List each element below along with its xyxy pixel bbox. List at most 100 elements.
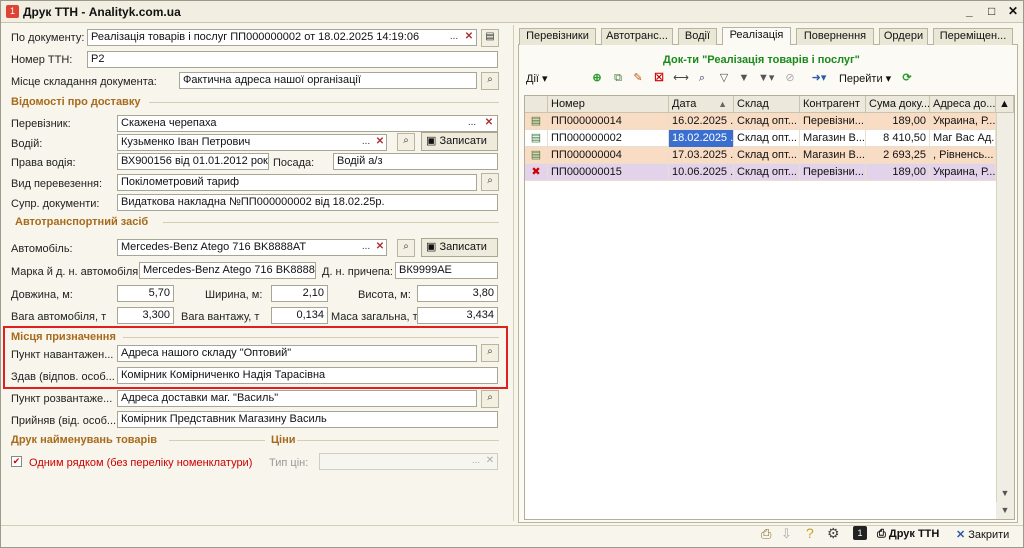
vertical-scrollbar[interactable] [996,113,1014,503]
pryynyav-field[interactable]: Комірник Представник Магазину Василь [117,411,498,428]
nomer-ttn-field[interactable]: Р2 [87,51,498,68]
col-data[interactable]: Дата ▲ [669,96,734,113]
print-preview-icon[interactable]: ⎙ [761,526,771,542]
search-icon[interactable]: ⌕ [397,133,415,151]
search-icon[interactable]: ⌕ [481,72,499,90]
filter-list-icon[interactable]: ▼▾ [758,70,774,86]
divider [1,525,1023,526]
clear-icon[interactable]: ✕ [461,30,477,46]
export-icon[interactable]: ⇩ [781,526,792,542]
dovzhyna-field[interactable]: 5,70 [117,285,174,302]
odnym-label: Одним рядком (без переліку номенклатури) [29,457,253,469]
masa-field[interactable]: 3,434 [417,307,498,324]
vysota-field[interactable]: 3,80 [417,285,498,302]
vodiy-field[interactable]: Кузьменко Іван Петрович [117,134,387,151]
po-documentu-field[interactable]: Реалізація товарів і послуг ПП000000002 … [87,29,477,46]
supr-field[interactable]: Видаткова накладна №ПП000000002 від 18.0… [117,194,498,211]
clear-icon[interactable]: ✕ [372,135,388,151]
tab-avtotrans[interactable]: Автотранс... [601,28,673,45]
close-window-button[interactable]: ✕ [1008,4,1018,18]
table-row[interactable]: ▤ ПП000000004 17.03.2025 ... Склад опт... Ма… [525,147,996,164]
clear-icon[interactable]: ✕ [482,454,498,470]
structure-icon[interactable]: ⟷ [673,70,689,86]
scroll-up-icon[interactable]: ▲ [996,96,1014,113]
print-ttn-label: Друк ТТН [888,528,940,540]
filter-icon[interactable]: ▽ [716,70,732,86]
add-icon[interactable]: ⊕ [589,70,605,86]
col-data-label: Дата [672,98,697,110]
splitter[interactable] [513,25,514,521]
vaga-avto-field[interactable]: 3,300 [117,307,174,324]
icon-column-header [525,96,548,113]
search-icon[interactable]: ⌕ [481,390,499,408]
po-documentu-label: По документу: [11,32,85,44]
vyd-field[interactable]: Покілометровий тариф [117,174,477,191]
tab-peremishchennya[interactable]: Переміщен... [933,28,1013,45]
save-driver-label: Записати [439,135,487,147]
prychep-field[interactable]: ВК9999АЕ [395,262,498,279]
refresh-icon[interactable]: ⟳ [899,70,915,86]
save-vehicle-label: Записати [439,241,487,253]
odnym-checkbox[interactable]: ✔ [11,456,22,467]
help-icon[interactable]: ? [806,525,814,541]
print-ttn-button[interactable]: ⎙ Друк ТТН [877,528,939,541]
tab-ordery[interactable]: Ордери [879,28,928,45]
clear-icon[interactable]: ✕ [481,116,497,132]
filter-selection-icon[interactable]: ▼ [736,70,752,86]
clear-filter-icon[interactable]: ⊘ [782,70,798,86]
table-row[interactable]: ▤ ПП000000014 16.02.2025 ... Склад опт... Пе… [525,113,996,130]
save-driver-button[interactable]: ▣ Записати [421,132,498,151]
posada-label: Посада: [273,157,315,169]
open-document-icon[interactable]: ▤ [481,29,499,47]
close-button[interactable]: ✕ Закрити [956,528,1009,541]
col-kontragent[interactable]: Контрагент [800,96,866,113]
search-icon[interactable]: ⌕ [481,173,499,191]
find-icon[interactable]: ⌕ [694,70,710,86]
avto-field[interactable]: Mercedes-Benz Atego 716 BK8888AT [117,239,387,256]
scroll-down-icon[interactable]: ▼ [996,485,1014,502]
perevoznyk-field[interactable]: Скажена черепаха [117,115,498,132]
maximize-button[interactable]: □ [988,4,995,18]
tab-realizaciya[interactable]: Реалізація [722,27,791,45]
clear-icon[interactable]: ✕ [372,240,388,256]
search-icon[interactable]: ⌕ [481,344,499,362]
goto-menu[interactable]: Перейти ▾ [839,72,891,85]
punkt-nav-field[interactable]: Адреса нашого складу "Оптовий" [117,345,477,362]
table-cell-sklad: Склад опт... [734,147,800,164]
shyryna-field[interactable]: 2,10 [271,285,328,302]
deleted-document-icon: ✖ [525,164,548,181]
ellipsis-icon[interactable]: ... [446,30,462,46]
section-delivery: Відомості про доставку [11,96,141,108]
save-vehicle-button[interactable]: ▣ Записати [421,238,498,257]
col-suma[interactable]: Сума доку... [866,96,930,113]
table-row[interactable]: ✖ ПП000000015 10.06.2025 ... Склад опт... Пе… [525,164,996,181]
misce-field[interactable]: Фактична адреса нашої організації [179,72,477,89]
marka-field[interactable]: Mercedes-Benz Atego 716 BK8888AT [139,262,316,279]
scroll-bottom-icon[interactable]: ▼ [996,502,1014,519]
col-nomer[interactable]: Номер [548,96,669,113]
posada-field[interactable]: Водій а/з [333,153,498,170]
tab-povernennya[interactable]: Повернення [796,28,874,45]
edit-icon[interactable]: ✎ [630,70,646,86]
navigate-icon[interactable]: ➜▾ [811,70,827,86]
settings-icon[interactable]: ⚙ [827,525,840,542]
table-cell-suma: 2 693,25 [866,147,930,164]
tab-vodii[interactable]: Водії [678,28,717,45]
tab-perevoznyky[interactable]: Перевізники [519,28,596,45]
vaga-vantazh-field[interactable]: 0,134 [271,307,328,324]
table-cell-suma: 189,00 [866,164,930,181]
prava-field[interactable]: ВХ900156 від 01.01.2012 року [117,153,269,170]
actions-menu[interactable]: Дії ▾ [526,72,548,85]
col-adresa[interactable]: Адреса до... [930,96,996,113]
table-row[interactable]: ▤ ПП000000002 18.02.2025 ... Склад опт... Ма… [525,130,996,147]
ellipsis-icon[interactable]: ... [464,116,480,132]
copy-icon[interactable]: ⧉ [610,70,626,86]
search-icon[interactable]: ⌕ [397,239,415,257]
delete-icon[interactable]: ☒ [651,70,667,86]
col-sklad[interactable]: Склад [734,96,800,113]
logo-icon[interactable]: 1 [853,526,867,540]
zdav-field[interactable]: Комірник Комірниченко Надія Тарасівна [117,367,498,384]
punkt-rozv-field[interactable]: Адреса доставки маг. "Василь" [117,390,477,407]
minimize-button[interactable]: _ [966,4,973,18]
table-cell-adresa: Украина, Р... [930,113,996,130]
